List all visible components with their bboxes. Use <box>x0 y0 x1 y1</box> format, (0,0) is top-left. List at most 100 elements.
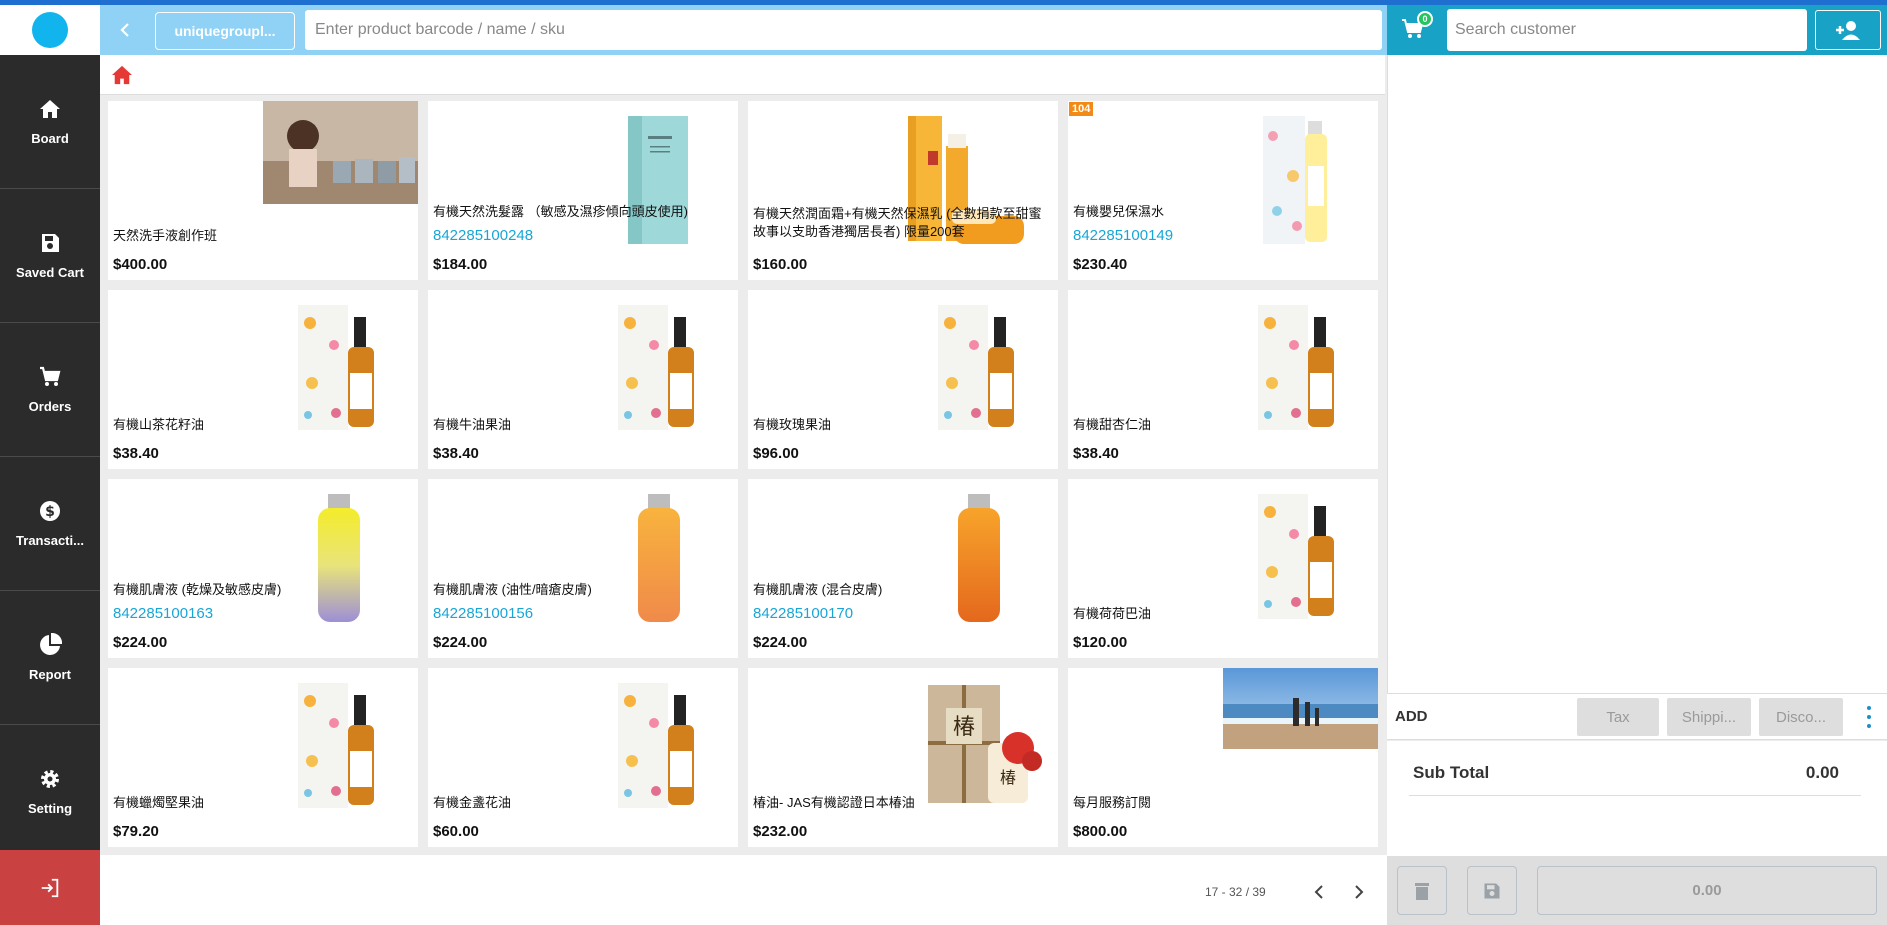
logout-icon <box>41 878 59 897</box>
product-price: $184.00 <box>433 256 488 273</box>
subtotal-label: Sub Total <box>1413 763 1490 782</box>
product-image <box>1258 494 1334 619</box>
add-customer-button[interactable] <box>1815 10 1881 50</box>
more-options-icon[interactable] <box>1863 706 1875 728</box>
product-card[interactable]: 有機牛油果油 $38.40 <box>428 290 738 469</box>
stock-badge: 104 <box>1069 102 1094 116</box>
cart-add-bar: ADD Tax Shippi... Disco... <box>1387 693 1887 740</box>
product-card[interactable]: 有機肌膚液 (混合皮膚) 842285100170 $224.00 <box>748 479 1058 658</box>
product-search-input[interactable] <box>305 10 1382 50</box>
product-name: 有機肌膚液 (混合皮膚) <box>753 582 883 597</box>
product-image <box>618 305 694 430</box>
cart-header: 0 <box>1387 5 1887 55</box>
sidebar: Board Saved Cart Orders $ Transacti... R… <box>0 5 100 925</box>
subtotal-value: 0.00 <box>1805 763 1839 782</box>
product-card[interactable]: 有機肌膚液 (油性/暗瘡皮膚) 842285100156 $224.00 <box>428 479 738 658</box>
sidebar-item-transactions[interactable]: $ Transacti... <box>0 457 100 591</box>
product-barcode: 842285100149 <box>1073 227 1174 244</box>
prev-page-button[interactable] <box>1309 882 1329 902</box>
product-card[interactable]: 有機天然潤面霜+有機天然保濕乳 (全數捐款至甜蜜故事以支助香港獨居長者) 限量2… <box>748 101 1058 280</box>
back-button[interactable] <box>112 13 138 47</box>
product-card[interactable]: 有機金盞花油 $60.00 <box>428 668 738 847</box>
clear-cart-button[interactable] <box>1397 866 1447 915</box>
discount-button[interactable]: Disco... <box>1759 698 1843 736</box>
product-name: 每月服務訂閱 <box>1073 795 1152 810</box>
save-icon <box>1484 883 1500 898</box>
home-icon <box>40 100 60 118</box>
product-card[interactable]: 有機蠟燭堅果油 $79.20 <box>108 668 418 847</box>
product-card[interactable]: 每月服務訂閱 $800.00 <box>1068 668 1378 847</box>
sidebar-item-saved-cart[interactable]: Saved Cart <box>0 189 100 323</box>
logout-button[interactable] <box>0 850 100 925</box>
pie-chart-icon <box>40 633 62 655</box>
product-card[interactable]: 天然洗手液創作班 $400.00 <box>108 101 418 280</box>
product-image <box>958 494 1000 622</box>
pay-amount: 0.00 <box>1692 882 1722 899</box>
product-card[interactable]: 104 有機嬰兒保濕水 842285100149 $230.40 <box>1068 101 1378 280</box>
sidebar-item-label: Board <box>31 131 69 146</box>
pagination-bar: 17 - 32 / 39 <box>100 855 1387 925</box>
sidebar-item-label: Orders <box>28 399 72 414</box>
sidebar-item-label: Setting <box>27 801 73 816</box>
home-icon[interactable] <box>111 65 133 85</box>
sidebar-item-label: Saved Cart <box>16 265 84 280</box>
product-name: 有機肌膚液 (油性/暗瘡皮膚) <box>433 582 592 597</box>
product-card[interactable]: 有機荷荷巴油 $120.00 <box>1068 479 1378 658</box>
sidebar-item-setting[interactable]: Setting <box>0 725 100 859</box>
product-image <box>298 683 374 808</box>
product-card[interactable]: 有機玫瑰果油 $96.00 <box>748 290 1058 469</box>
product-barcode: 842285100163 <box>113 605 214 622</box>
product-grid: 天然洗手液創作班 $400.00 有機天然洗髮露 （敏感及濕疹傾向頭皮使用) 8… <box>108 101 1380 847</box>
cart-count-badge: 0 <box>1417 11 1433 27</box>
svg-text:$: $ <box>45 504 55 520</box>
product-name: 有機肌膚液 (乾燥及敏感皮膚) <box>113 582 282 597</box>
product-price: $224.00 <box>753 634 808 651</box>
shipping-button[interactable]: Shippi... <box>1667 698 1751 736</box>
product-card[interactable]: 有機甜杏仁油 $38.40 <box>1068 290 1378 469</box>
product-barcode: 842285100170 <box>753 605 854 622</box>
next-page-button[interactable] <box>1349 882 1369 902</box>
product-name: 有機天然潤面霜+有機天然保濕乳 (全數捐款至甜蜜故事以支助香港獨居長者) 限量2… <box>753 206 1042 239</box>
product-barcode: 842285100156 <box>433 605 534 622</box>
product-name: 有機金盞花油 <box>433 795 512 810</box>
sidebar-item-orders[interactable]: Orders <box>0 323 100 457</box>
product-name: 天然洗手液創作班 <box>113 228 218 243</box>
product-price: $60.00 <box>433 823 479 840</box>
product-price: $400.00 <box>113 256 168 273</box>
product-card[interactable]: 有機天然洗髮露 （敏感及濕疹傾向頭皮使用) 842285100248 $184.… <box>428 101 738 280</box>
product-card[interactable]: 椿 椿 椿油- JAS有機認證日本椿油 $232.00 <box>748 668 1058 847</box>
product-card[interactable]: 有機山茶花籽油 $38.40 <box>108 290 418 469</box>
product-image <box>1223 668 1378 749</box>
product-price: $38.40 <box>433 445 479 462</box>
product-price: $230.40 <box>1073 256 1128 273</box>
product-name: 有機玫瑰果油 <box>753 417 832 432</box>
product-image <box>318 494 360 622</box>
product-price: $38.40 <box>113 445 159 462</box>
product-image <box>628 116 688 244</box>
product-image <box>938 305 1014 430</box>
product-image <box>1263 116 1327 244</box>
sidebar-item-board[interactable]: Board <box>0 55 100 189</box>
product-price: $232.00 <box>753 823 808 840</box>
product-name: 有機山茶花籽油 <box>113 417 205 432</box>
product-price: $224.00 <box>433 634 488 651</box>
cart-icon <box>40 366 61 386</box>
save-icon <box>42 234 59 252</box>
product-name: 有機蠟燭堅果油 <box>113 795 205 810</box>
save-cart-button[interactable] <box>1467 866 1517 915</box>
product-price: $38.40 <box>1073 445 1119 462</box>
pay-button[interactable]: 0.00 <box>1537 866 1877 915</box>
product-price: $120.00 <box>1073 634 1128 651</box>
product-image <box>618 683 694 808</box>
gear-icon <box>41 770 59 788</box>
cart-items-area <box>1387 55 1887 693</box>
tax-button[interactable]: Tax <box>1577 698 1659 736</box>
product-card[interactable]: 有機肌膚液 (乾燥及敏感皮膚) 842285100163 $224.00 <box>108 479 418 658</box>
sidebar-item-report[interactable]: Report <box>0 591 100 725</box>
product-barcode: 842285100248 <box>433 227 534 244</box>
product-image <box>638 494 680 622</box>
product-name: 椿油- JAS有機認證日本椿油 <box>753 795 915 810</box>
group-selector-button[interactable]: uniquegroupl... <box>155 12 295 50</box>
customer-search-input[interactable] <box>1447 9 1807 51</box>
product-name: 有機甜杏仁油 <box>1073 417 1152 432</box>
